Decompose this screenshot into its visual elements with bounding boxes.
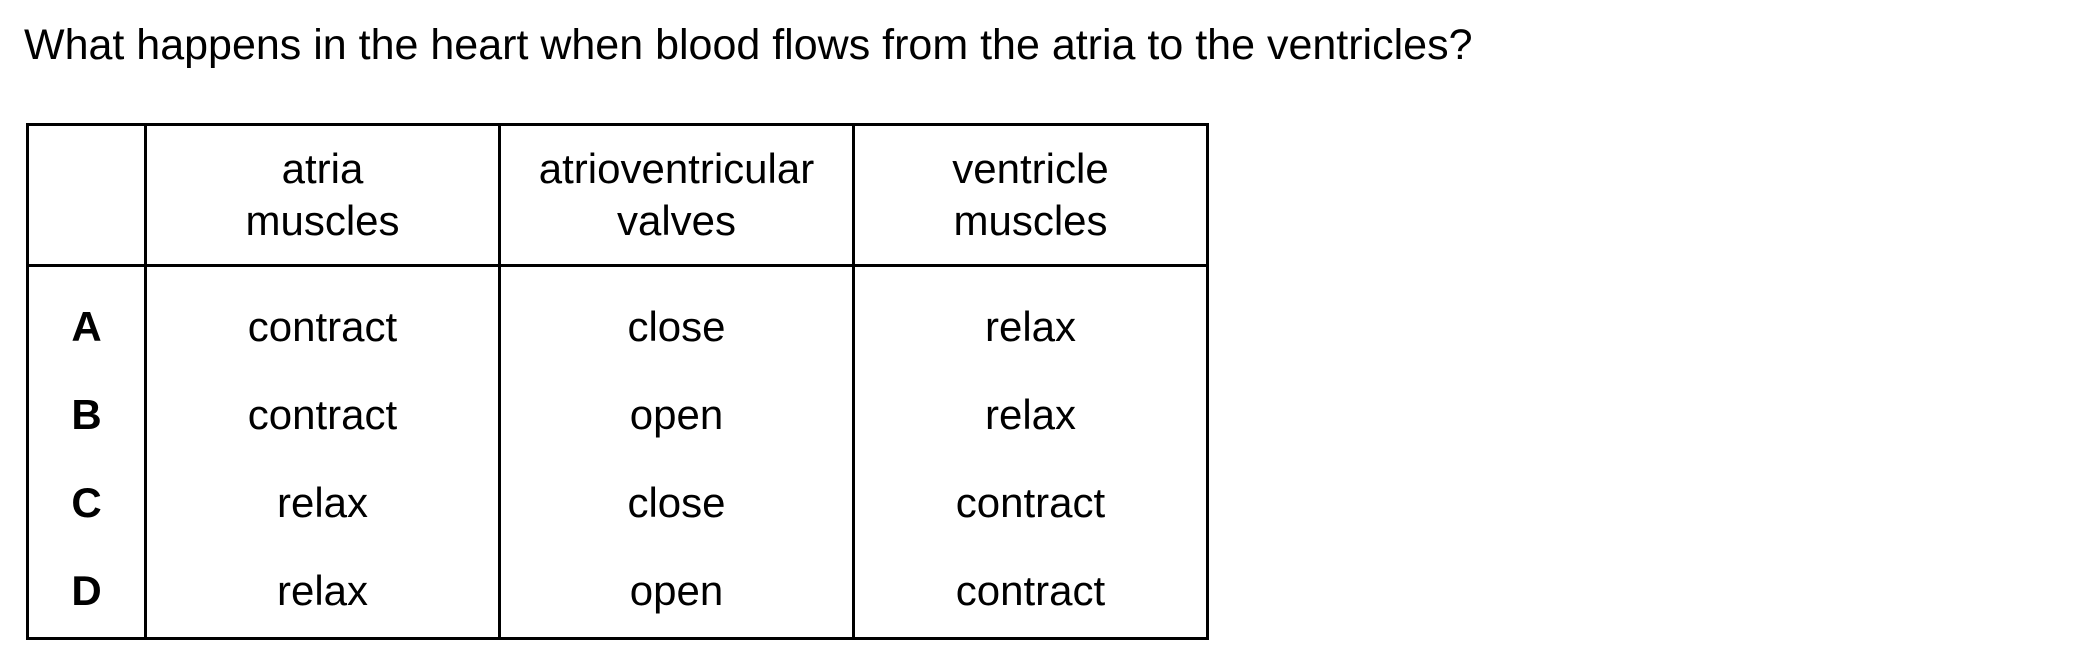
av-valves-cell: open — [498, 371, 854, 459]
table-row: A contract close relax — [28, 265, 1208, 371]
av-valves-cell: close — [498, 459, 854, 547]
table-row: D relax open contract — [28, 547, 1208, 639]
option-label: C — [71, 479, 102, 526]
ventricle-muscles-cell: contract — [852, 459, 1208, 547]
ventricle-muscles-cell: relax — [852, 265, 1208, 371]
header-line: valves — [616, 197, 737, 244]
ventricle-muscles-cell: relax — [852, 371, 1208, 459]
atria-muscles-cell: relax — [144, 547, 500, 639]
header-line: ventricle — [952, 145, 1109, 192]
atria-muscles-cell: contract — [144, 371, 500, 459]
option-label: D — [71, 567, 102, 614]
ventricle-muscles-cell: contract — [852, 547, 1208, 639]
av-valves-cell: close — [498, 265, 854, 371]
table-header-row: atria muscles atrioventricular valves ve… — [27, 124, 1208, 267]
header-line: atria — [281, 145, 364, 192]
header-atrioventricular-valves: atrioventricular valves — [498, 124, 854, 267]
option-label: B — [71, 391, 102, 438]
header-line: atrioventricular — [538, 145, 815, 192]
atria-muscles-cell: relax — [144, 459, 500, 547]
table-row: C relax close contract — [28, 459, 1208, 547]
header-ventricle-muscles: ventricle muscles — [852, 124, 1208, 267]
answer-options-table: atria muscles atrioventricular valves ve… — [26, 123, 1209, 640]
header-option-column — [27, 124, 146, 267]
header-atria-muscles: atria muscles — [144, 124, 500, 267]
atria-muscles-cell: contract — [144, 265, 500, 371]
table-row: B contract open relax — [28, 371, 1208, 459]
av-valves-cell: open — [498, 547, 854, 639]
header-line: muscles — [953, 197, 1108, 244]
option-label: A — [71, 303, 102, 350]
question-text: What happens in the heart when blood flo… — [24, 21, 1473, 69]
header-line: muscles — [245, 197, 400, 244]
